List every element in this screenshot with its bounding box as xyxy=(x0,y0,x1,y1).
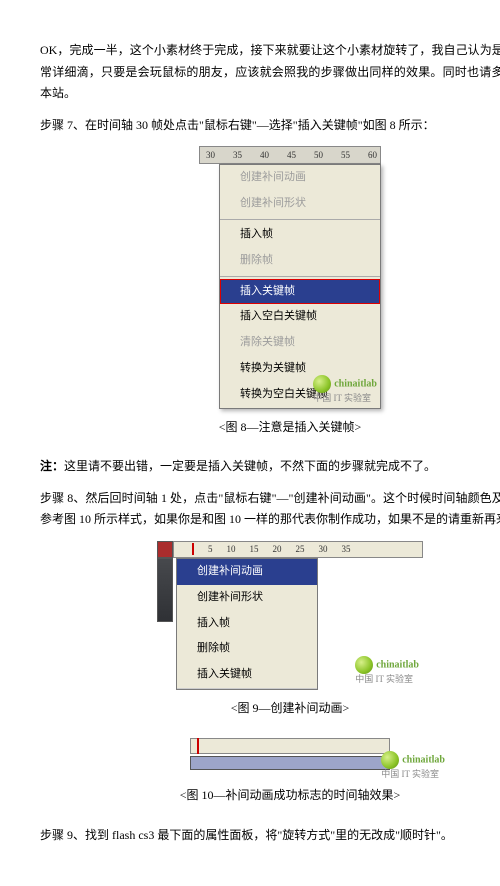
menu-item: 清除关键帧 xyxy=(220,330,380,356)
menu-item: 创建补间形状 xyxy=(177,585,317,611)
figure-9: 5 10 15 20 25 30 35 创建补间动画 创建补间形状 插入帧 删除… xyxy=(40,541,500,690)
menu-item: 插入空白关键帧 xyxy=(220,304,380,330)
context-menu: 创建补间动画 创建补间形状 插入帧 删除帧 插入关键帧 插入空白关键帧 清除关键… xyxy=(219,164,381,408)
playhead-icon xyxy=(192,543,194,555)
caption-10: <图 10—补间动画成功标志的时间轴效果> xyxy=(40,785,500,807)
layer-panel xyxy=(157,558,173,622)
step-8: 步骤 8、然后回时间轴 1 处，点击"鼠标右键"—"创建补间动画"。这个时候时间… xyxy=(40,488,500,531)
timeline-ruler-9: 5 10 15 20 25 30 35 xyxy=(173,541,423,558)
timeline-ruler: 30 35 40 45 50 55 60 xyxy=(199,146,381,164)
step-7: 步骤 7、在时间轴 30 帧处点击"鼠标右键"—选择"插入关键帧"如图 8 所示… xyxy=(40,115,500,137)
menu-item-insert-keyframe: 插入关键帧 xyxy=(220,279,380,305)
figure-8: 30 35 40 45 50 55 60 创建补间动画 创建补间形状 插入帧 删… xyxy=(40,146,500,408)
figure-10: chinaitlab 中国 IT 实验室 xyxy=(40,738,500,778)
menu-item: 删除帧 xyxy=(177,636,317,662)
menu-separator xyxy=(220,219,380,220)
watermark: chinaitlab 中国 IT 实验室 xyxy=(381,751,445,781)
menu-item: 创建补间动画 xyxy=(220,165,380,191)
menu-item: 转换为空白关键帧 xyxy=(220,382,380,408)
menu-item: 创建补间形状 xyxy=(220,191,380,217)
menu-item-create-tween: 创建补间动画 xyxy=(177,559,317,585)
menu-item: 插入关键帧 xyxy=(177,662,317,689)
layer-toggle-icon xyxy=(157,541,173,558)
menu-item: 删除帧 xyxy=(220,248,380,274)
menu-item: 插入帧 xyxy=(177,611,317,637)
note: 注：这里请不要出错，一定要是插入关键帧，不然下面的步骤就完成不了。 xyxy=(40,456,500,478)
playhead-icon xyxy=(197,738,199,754)
context-menu-9: 创建补间动画 创建补间形状 插入帧 删除帧 插入关键帧 xyxy=(176,558,318,690)
tween-track xyxy=(190,756,390,770)
menu-item: 转换为关键帧 xyxy=(220,356,380,382)
timeline-bar xyxy=(190,738,390,754)
note-label: 注： xyxy=(40,459,64,473)
menu-item: 插入帧 xyxy=(220,222,380,248)
caption-8: <图 8—注意是插入关键帧> xyxy=(40,417,500,439)
menu-separator xyxy=(220,276,380,277)
step-9: 步骤 9、找到 flash cs3 最下面的属性面板，将"旋转方式"里的无改成"… xyxy=(40,825,500,847)
note-text: 这里请不要出错，一定要是插入关键帧，不然下面的步骤就完成不了。 xyxy=(64,459,436,473)
paragraph-intro: OK，完成一半，这个小素材终于完成，接下来就要让这个小素材旋转了，我自己认为是写… xyxy=(40,40,500,105)
caption-9: <图 9—创建补间动画> xyxy=(40,698,500,720)
